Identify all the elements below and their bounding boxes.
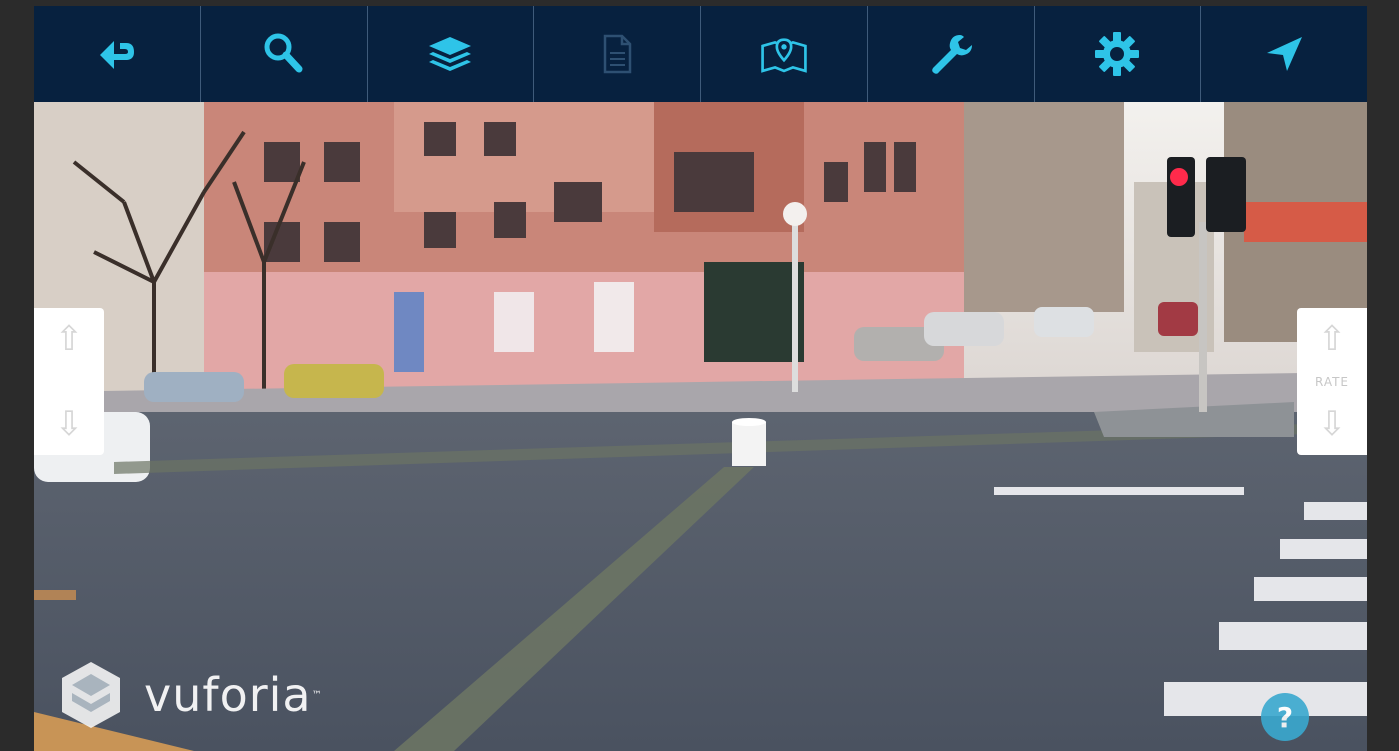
top-toolbar xyxy=(34,6,1367,102)
help-button[interactable]: ? xyxy=(1261,693,1309,741)
map-pin-icon xyxy=(761,38,807,73)
back-arrow-icon xyxy=(99,41,134,69)
rate-label: RATE xyxy=(1314,374,1350,389)
document-icon xyxy=(603,34,632,74)
street-scene-image xyxy=(34,102,1367,751)
logo-wordmark: vuforia xyxy=(144,668,312,722)
search-icon xyxy=(264,33,303,73)
left-adjust-panel[interactable]: ⇧ ⇩ xyxy=(34,308,104,455)
down-arrow-icon[interactable]: ⇩ xyxy=(1318,407,1347,441)
ar-camera-view: ⇧ ⇩ ⇧ RATE ⇩ vuforia ™ ? xyxy=(34,6,1367,751)
layers-button[interactable] xyxy=(366,6,534,102)
down-arrow-icon[interactable]: ⇩ xyxy=(55,407,84,441)
back-button[interactable] xyxy=(34,6,200,102)
logo-trademark: ™ xyxy=(311,689,322,701)
navigation-arrow-icon xyxy=(1267,37,1303,71)
tools-button[interactable] xyxy=(866,6,1034,102)
layers-icon xyxy=(429,37,472,71)
question-mark-icon: ? xyxy=(1276,700,1294,734)
wrench-icon xyxy=(931,35,972,74)
navigate-button[interactable] xyxy=(1200,6,1367,102)
document-button[interactable] xyxy=(533,6,700,102)
gear-icon xyxy=(1095,32,1140,76)
vuforia-cube-icon xyxy=(62,662,120,728)
up-arrow-icon[interactable]: ⇧ xyxy=(1318,322,1347,356)
camera-feed xyxy=(34,102,1367,751)
vuforia-logo: vuforia ™ xyxy=(58,660,322,730)
search-button[interactable] xyxy=(199,6,367,102)
up-arrow-icon[interactable]: ⇧ xyxy=(55,322,84,356)
map-button[interactable] xyxy=(700,6,867,102)
settings-button[interactable] xyxy=(1033,6,1201,102)
right-rate-panel[interactable]: ⇧ RATE ⇩ xyxy=(1297,308,1367,455)
